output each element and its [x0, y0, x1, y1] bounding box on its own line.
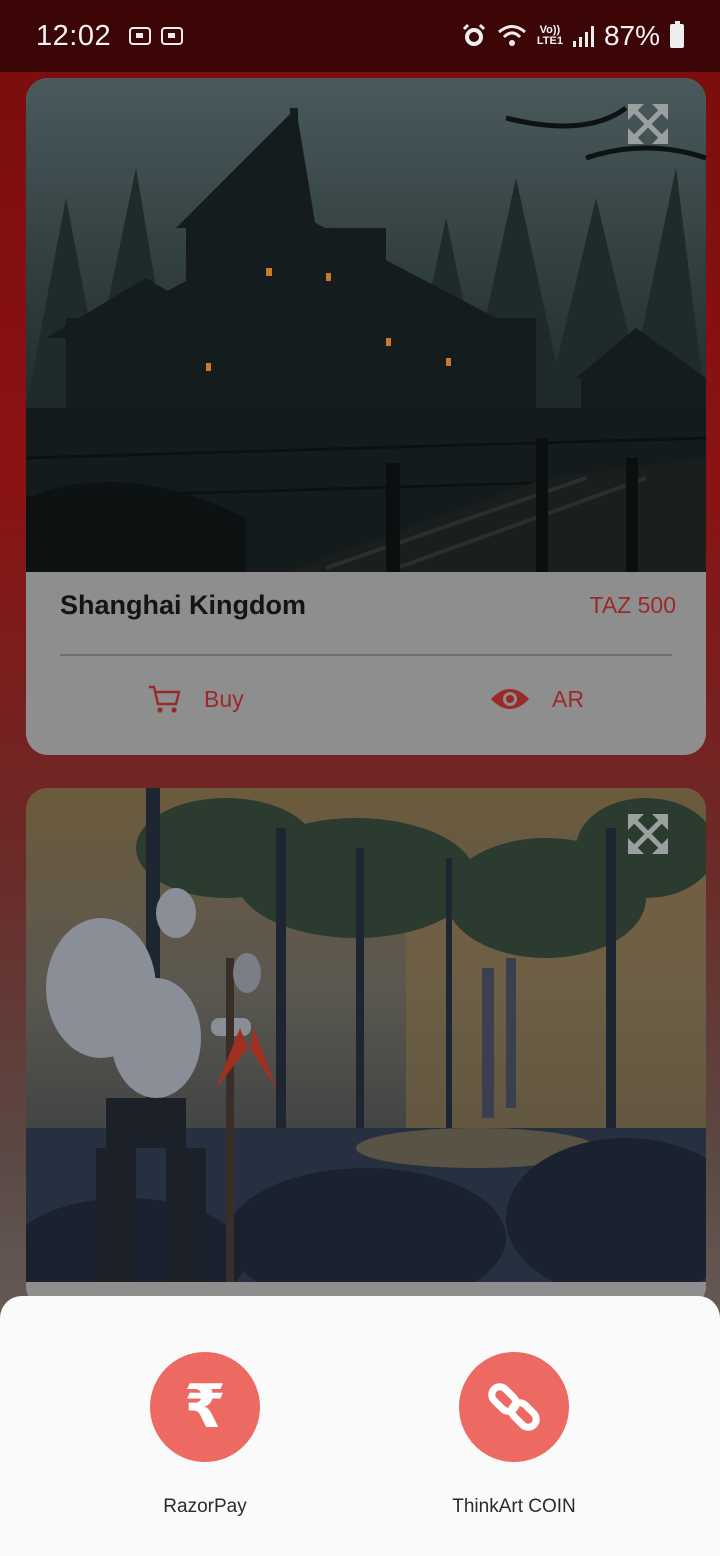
divider: [60, 654, 672, 656]
razorpay-option[interactable]: ₹ RazorPay: [105, 1352, 305, 1518]
buy-label: Buy: [204, 685, 244, 712]
ar-label: AR: [552, 685, 584, 712]
link-icon[interactable]: [459, 1352, 569, 1462]
artwork-price: TAZ 500: [589, 592, 677, 618]
artwork-card[interactable]: Shanghai Kingdom TAZ 500 Buy AR: [26, 78, 706, 755]
eye-icon: [491, 689, 529, 709]
artwork-image[interactable]: [26, 788, 706, 1282]
lte-label: LTE1: [536, 35, 563, 47]
screen-record-icon: [161, 27, 184, 45]
battery-percent: 87%: [603, 20, 660, 51]
status-right: Vo)) LTE1 87%: [461, 20, 684, 52]
screenshot-icons: [129, 27, 184, 45]
artwork-info: Shanghai Kingdom TAZ 500 Buy AR: [26, 572, 706, 755]
lte-indicator: Vo)) LTE1: [537, 25, 563, 47]
chain-link-glyph: [488, 1383, 540, 1431]
cart-icon: [149, 685, 181, 713]
artwork-card[interactable]: [26, 788, 706, 1308]
rupee-icon[interactable]: ₹: [150, 1352, 260, 1462]
payment-bottom-sheet: ₹ RazorPay ThinkArt COIN: [0, 1296, 720, 1556]
ar-button[interactable]: AR: [490, 684, 584, 714]
razorpay-label: RazorPay: [163, 1496, 247, 1517]
lake-palace-illustration: [26, 78, 706, 572]
thinkart-coin-option[interactable]: ThinkArt COIN: [414, 1352, 614, 1518]
buy-button[interactable]: Buy: [148, 684, 244, 714]
fullscreen-icon[interactable]: [628, 814, 668, 854]
battery-icon: [670, 21, 684, 48]
signal-icon: [572, 25, 594, 47]
status-bar: 12:02 Vo)) LTE1 87%: [0, 0, 720, 72]
artwork-image[interactable]: [26, 78, 706, 572]
alarm-icon: [462, 23, 485, 46]
fullscreen-icon[interactable]: [628, 104, 668, 144]
forest-warrior-illustration: [26, 788, 706, 1282]
screenshot-icon: [129, 27, 152, 45]
artwork-title: Shanghai Kingdom: [60, 590, 306, 620]
wifi-icon: [497, 25, 526, 46]
status-time: 12:02: [36, 19, 112, 52]
thinkart-coin-label: ThinkArt COIN: [452, 1496, 576, 1517]
